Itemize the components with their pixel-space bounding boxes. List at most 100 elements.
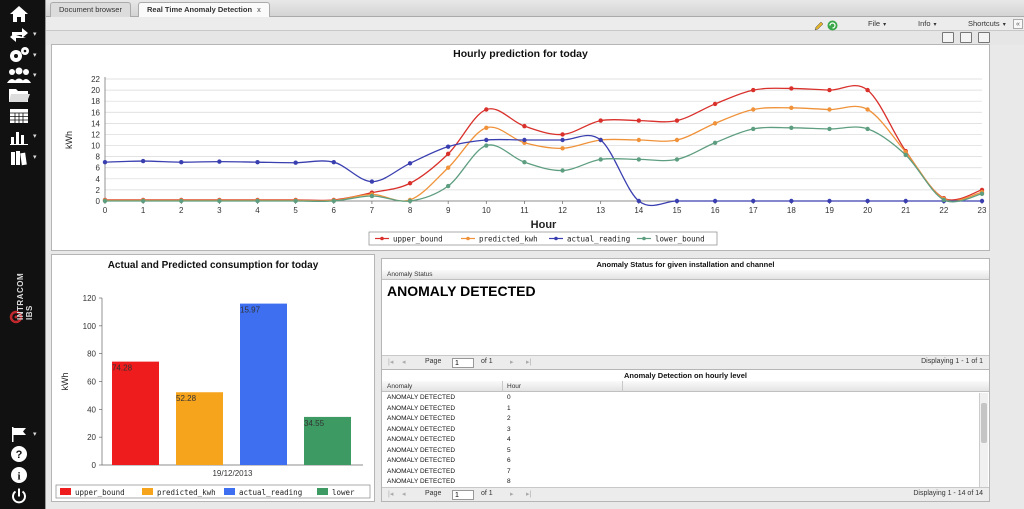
page-of-label: of 1 xyxy=(481,358,493,365)
books-caret-icon[interactable]: ▾ xyxy=(33,153,37,161)
cell-anomaly: ANOMALY DETECTED xyxy=(387,404,456,412)
data-point-lower_bound xyxy=(751,126,756,132)
data-point-upper_bound xyxy=(407,181,413,186)
column-header-hour[interactable]: Hour xyxy=(507,383,521,390)
settings-caret-icon[interactable]: ▾ xyxy=(33,51,37,59)
users-icon[interactable] xyxy=(6,65,32,85)
legend-label-upper_bound: upper_bound xyxy=(75,488,125,497)
y-axis-label: kWh xyxy=(60,373,70,391)
column-header-anomaly[interactable]: Anomaly xyxy=(387,383,412,390)
last-page-icon[interactable]: ▸| xyxy=(526,358,531,366)
cell-hour: 3 xyxy=(507,425,511,433)
flag-icon[interactable] xyxy=(6,424,32,444)
home-icon[interactable] xyxy=(6,4,32,24)
tab-label: Document browser xyxy=(59,5,122,14)
next-page-icon[interactable]: ▸ xyxy=(510,490,514,498)
hourly-anomaly-title: Anomaly Detection on hourly level xyxy=(624,371,747,380)
cell-anomaly: ANOMALY DETECTED xyxy=(387,394,456,401)
power-icon[interactable] xyxy=(6,486,32,506)
cell-hour: 6 xyxy=(507,457,511,464)
table-row[interactable]: ANOMALY DETECTED 1 xyxy=(382,404,976,415)
page-number-input[interactable] xyxy=(452,358,474,368)
displaying-label: Displaying 1 - 1 of 1 xyxy=(921,358,983,365)
x-tick-label: 6 xyxy=(332,206,337,215)
flag-caret-icon[interactable]: ▾ xyxy=(33,430,37,438)
prev-page-icon[interactable]: ◂ xyxy=(402,358,406,366)
data-point-actual_reading xyxy=(255,159,260,165)
data-point-lower_bound xyxy=(484,143,489,148)
table-row[interactable]: ANOMALY DETECTED 3 xyxy=(382,425,976,436)
bar-chart-icon[interactable] xyxy=(6,127,32,147)
table-row[interactable]: ANOMALY DETECTED 6 xyxy=(382,456,976,467)
x-axis-label: Hour xyxy=(531,219,557,231)
file-menu-label: File xyxy=(868,19,881,28)
data-point-predicted_kwh xyxy=(789,105,794,111)
tab-document-browser[interactable]: Document browser xyxy=(50,2,131,17)
print-icon[interactable] xyxy=(942,32,954,43)
data-point-lower_bound xyxy=(445,183,451,189)
table-row[interactable]: ANOMALY DETECTED 0 xyxy=(382,393,976,404)
data-point-actual_reading xyxy=(560,137,565,143)
info-icon[interactable]: i xyxy=(6,465,32,485)
svg-text:?: ? xyxy=(16,449,23,461)
next-page-icon[interactable]: ▸ xyxy=(510,358,514,366)
folder-icon[interactable] xyxy=(6,85,32,105)
table-row[interactable]: ANOMALY DETECTED 2 xyxy=(382,414,976,425)
data-point-predicted_kwh xyxy=(636,137,642,143)
close-tab-icon[interactable]: x xyxy=(257,4,261,18)
anomaly-status-title: Anomaly Status for given installation an… xyxy=(596,260,775,269)
main-area: Document browser Real Time Anomaly Detec… xyxy=(45,0,1024,509)
grid-scrollbar[interactable] xyxy=(979,393,988,487)
table-row[interactable]: ANOMALY DETECTED 7 xyxy=(382,467,976,478)
status-pager: |◂ ◂ Page of 1 ▸ ▸| Displaying 1 - 1 of … xyxy=(382,355,989,369)
data-point-actual_reading xyxy=(369,179,375,184)
data-point-predicted_kwh xyxy=(560,146,565,151)
legend-marker-predicted_kwh xyxy=(466,236,470,241)
page-number-input[interactable] xyxy=(452,490,474,500)
file-menu[interactable]: File ▾ xyxy=(868,18,886,31)
x-tick-label: 19 xyxy=(825,206,834,215)
column-header-anomaly-status[interactable]: Anomaly Status xyxy=(387,271,433,278)
x-tick-label: 2 xyxy=(179,206,184,215)
first-page-icon[interactable]: |◂ xyxy=(388,490,393,498)
y-tick-label: 8 xyxy=(96,153,101,162)
bar-actual_reading xyxy=(240,303,287,465)
cell-hour: 0 xyxy=(507,394,511,401)
x-tick-label: 12 xyxy=(558,206,567,215)
table-row[interactable]: ANOMALY DETECTED 8 xyxy=(382,477,976,487)
share-caret-icon[interactable]: ▾ xyxy=(33,30,37,38)
shortcuts-menu[interactable]: Shortcuts ▾ xyxy=(968,18,1006,31)
tab-label: Real Time Anomaly Detection xyxy=(147,5,253,14)
maximize-icon[interactable] xyxy=(978,32,990,43)
users-caret-icon[interactable]: ▾ xyxy=(33,71,37,79)
data-point-lower_bound xyxy=(598,157,603,162)
table-row[interactable]: ANOMALY DETECTED 4 xyxy=(382,435,976,446)
prev-page-icon[interactable]: ◂ xyxy=(402,490,406,498)
calendar-icon[interactable] xyxy=(6,106,32,126)
table-row[interactable]: ANOMALY DETECTED 5 xyxy=(382,446,976,457)
settings-icon[interactable] xyxy=(6,45,32,65)
data-point-upper_bound xyxy=(484,107,489,112)
scrollbar-thumb[interactable] xyxy=(981,403,987,443)
export-icon[interactable] xyxy=(960,32,972,43)
info-menu[interactable]: Info ▾ xyxy=(918,18,937,31)
tab-real-time-anomaly-detection[interactable]: Real Time Anomaly Detection x xyxy=(138,2,270,17)
info-menu-label: Info xyxy=(918,19,931,28)
bar-chart-caret-icon[interactable]: ▾ xyxy=(33,132,37,140)
data-point-actual_reading xyxy=(789,198,794,204)
data-point-actual_reading xyxy=(865,198,870,204)
legend-swatch-lower_bound xyxy=(317,488,328,495)
collapse-panel-button[interactable]: « xyxy=(1013,19,1023,29)
data-point-upper_bound xyxy=(865,87,870,93)
last-page-icon[interactable]: ▸| xyxy=(526,490,531,498)
books-icon[interactable] xyxy=(6,148,32,168)
data-point-lower_bound xyxy=(217,198,222,204)
help-icon[interactable]: ? xyxy=(6,444,32,464)
share-icon[interactable] xyxy=(6,25,32,45)
x-tick-label: 11 xyxy=(520,206,529,215)
series-line-actual_reading xyxy=(104,134,982,207)
data-point-actual_reading xyxy=(979,198,985,204)
y-tick-label: 20 xyxy=(91,86,100,95)
data-label-upper_bound: 74.28 xyxy=(112,364,133,373)
first-page-icon[interactable]: |◂ xyxy=(388,358,393,366)
